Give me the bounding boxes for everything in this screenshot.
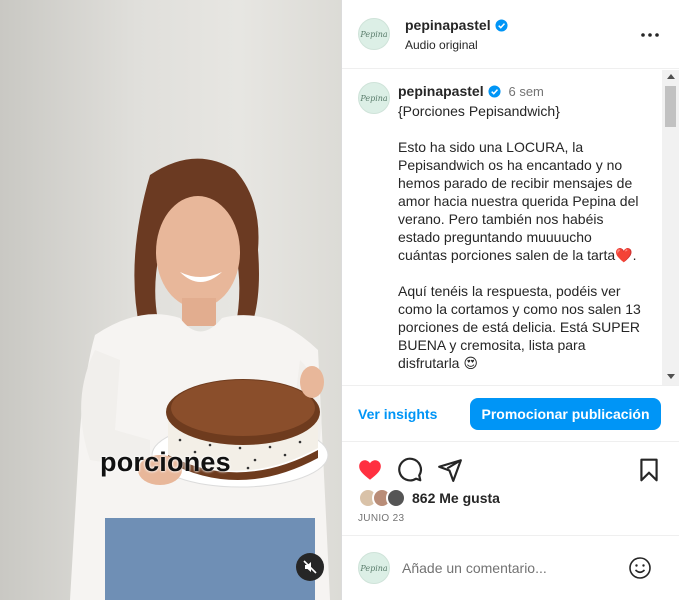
promote-post-button[interactable]: Promocionar publicación [470,398,661,430]
post-header: Pepina pepinapastel Audio original [342,0,679,69]
caption-title: {Porciones Pepisandwich} [398,103,560,119]
more-options-icon[interactable] [638,25,662,45]
verified-badge-icon [488,85,501,98]
scroll-thumb[interactable] [665,86,676,127]
comment-icon[interactable] [397,457,423,483]
verified-badge-icon [495,19,508,32]
scroll-up-arrow[interactable] [667,74,675,79]
header-username[interactable]: pepinapastel [405,17,491,33]
speaker-muted-icon [303,560,317,574]
post-age: 6 sem [508,84,544,99]
likes-count[interactable]: 862 Me gusta [412,490,500,506]
caption-paragraph: Aquí tenéis la respuesta, podéis ver com… [398,283,641,371]
caption-section: Pepina pepinapastel 6 sem {Porciones Pep… [342,70,679,386]
liker-avatar [386,488,406,508]
caption-avatar[interactable]: Pepina [358,82,390,114]
post-details-panel: Pepina pepinapastel Audio original Pepin… [341,0,679,600]
heart-icon[interactable] [357,457,383,483]
mute-button[interactable] [296,553,324,581]
current-user-avatar: Pepina [358,552,390,584]
share-icon[interactable] [437,457,463,483]
profile-avatar[interactable]: Pepina [358,18,390,50]
caption-text: {Porciones Pepisandwich} Esto ha sido un… [398,102,642,385]
insights-row: Ver insights Promocionar publicación [342,386,679,442]
comment-input[interactable] [402,558,622,578]
caption-paragraph: Esto ha sido una LOCURA, la Pepisandwich… [398,139,639,263]
add-comment-bar: Pepina [342,535,679,600]
caption-username[interactable]: pepinapastel [398,83,484,99]
view-insights-link[interactable]: Ver insights [358,406,437,422]
post-date: JUNIO 23 [358,513,405,524]
bookmark-icon[interactable] [636,457,662,483]
likes-row[interactable]: 862 Me gusta [358,488,500,508]
caption-scrollbar[interactable] [662,70,679,385]
video-frame-illustration [70,158,330,600]
scroll-down-arrow[interactable] [667,374,675,379]
video-caption-overlay: porciones [100,447,231,477]
reel-video[interactable]: porciones [0,0,341,600]
emoji-icon[interactable] [628,556,652,580]
audio-label[interactable]: Audio original [405,38,478,52]
